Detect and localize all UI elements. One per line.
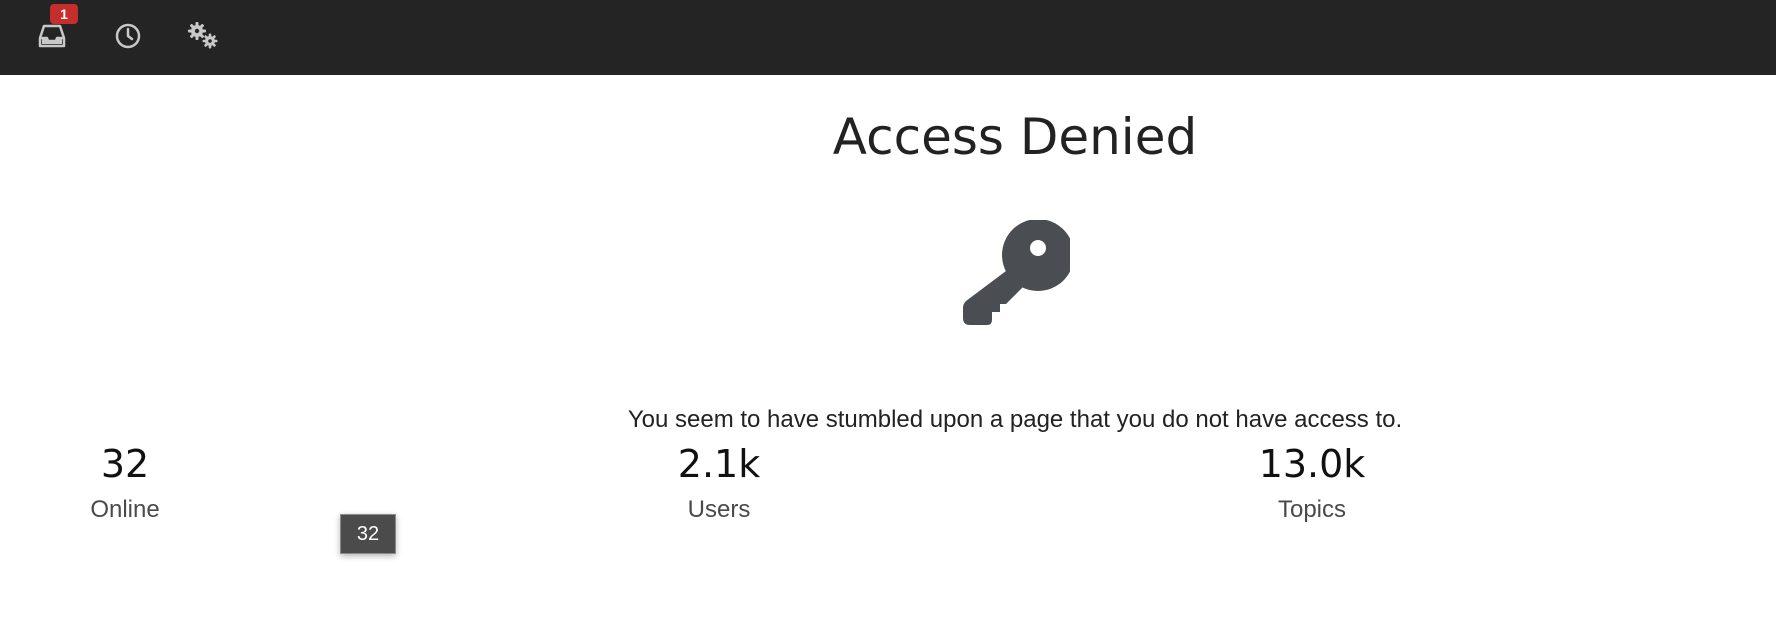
recent-button[interactable] (106, 16, 150, 56)
stat-value: 2.1k (677, 442, 761, 486)
gears-icon (188, 22, 218, 49)
notification-badge: 1 (50, 4, 78, 24)
notifications-button[interactable]: 1 (30, 4, 78, 56)
top-navbar: 1 (0, 0, 1776, 75)
stat-users: 2.1k Users (619, 438, 819, 528)
stat-value: 13.0k (1258, 442, 1366, 486)
inbox-icon (38, 24, 66, 48)
stat-label: Topics (1277, 496, 1347, 523)
stat-value: 32 (100, 442, 150, 486)
page-title: Access Denied (832, 108, 1198, 166)
key-icon (963, 220, 1070, 325)
settings-button[interactable] (181, 16, 225, 56)
tooltip: 32 (340, 514, 396, 554)
stat-label: Online (90, 496, 160, 523)
stat-label: Users (687, 496, 751, 523)
stat-topics: 13.0k Topics (1212, 438, 1412, 528)
access-denied-message: You seem to have stumbled upon a page th… (627, 406, 1403, 433)
clock-icon (115, 23, 141, 49)
stat-online: 32 Online (25, 438, 225, 528)
